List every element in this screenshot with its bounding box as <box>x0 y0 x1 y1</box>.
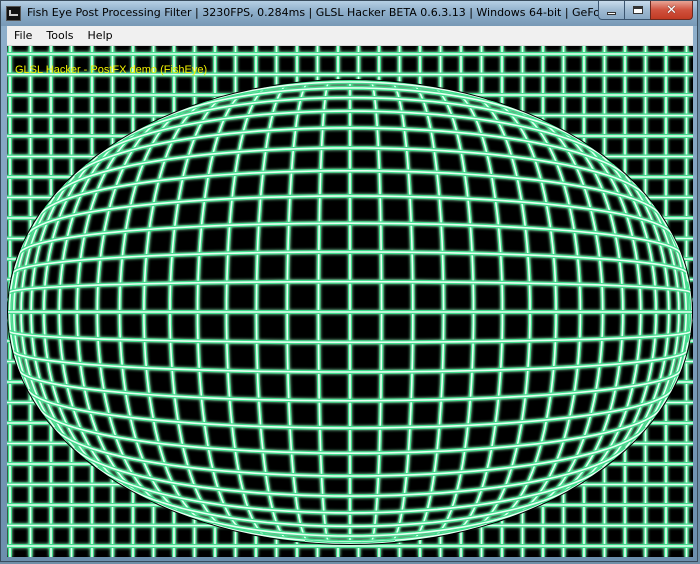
close-icon: ✕ <box>666 2 677 18</box>
minimize-icon <box>607 11 616 15</box>
render-viewport[interactable]: GLSL Hacker - PostFX demo (FishEye) <box>7 46 693 557</box>
title-bar[interactable]: Fish Eye Post Processing Filter | 3230FP… <box>1 1 697 26</box>
app-terminal-icon[interactable] <box>6 6 21 21</box>
close-button[interactable]: ✕ <box>650 1 693 20</box>
menu-tools[interactable]: Tools <box>39 27 80 45</box>
window-title: Fish Eye Post Processing Filter | 3230FP… <box>27 6 605 19</box>
menu-bar: File Tools Help <box>7 26 693 46</box>
caption-buttons: ✕ <box>598 1 693 21</box>
fisheye-grid-canvas <box>7 46 693 557</box>
app-window: Fish Eye Post Processing Filter | 3230FP… <box>0 0 698 562</box>
demo-overlay-label: GLSL Hacker - PostFX demo (FishEye) <box>15 64 208 76</box>
menu-help[interactable]: Help <box>81 27 120 45</box>
maximize-icon <box>632 6 643 14</box>
menu-file[interactable]: File <box>7 27 39 45</box>
minimize-button[interactable] <box>598 1 624 20</box>
maximize-button[interactable] <box>624 1 650 20</box>
